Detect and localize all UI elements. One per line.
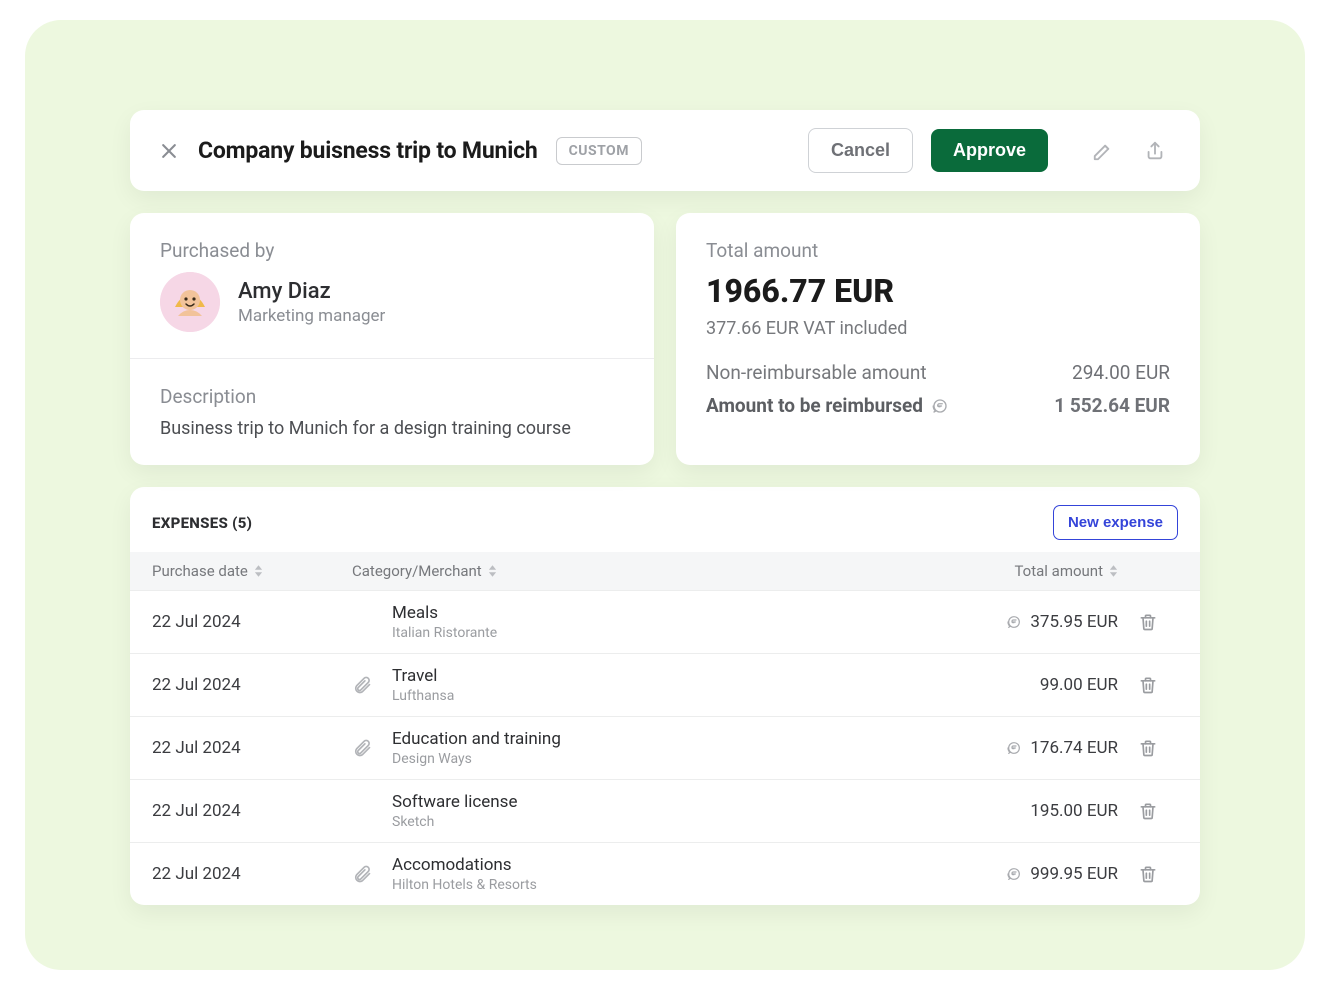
category-name: Travel — [392, 666, 898, 686]
purchased-by-label: Purchased by — [160, 239, 624, 262]
share-icon[interactable] — [1138, 134, 1172, 168]
cancel-button[interactable]: Cancel — [808, 128, 913, 173]
category-name: Education and training — [392, 729, 898, 749]
reimbursable-icon — [1006, 740, 1022, 756]
col-total[interactable]: Total amount — [898, 562, 1118, 580]
cell-date: 22 Jul 2024 — [152, 612, 352, 632]
attachment-icon[interactable] — [352, 738, 392, 758]
reimbursable-label: Amount to be reimbursed — [706, 394, 923, 417]
total-value: 999.95 EUR — [1030, 864, 1118, 884]
total-value: 375.95 EUR — [1030, 612, 1118, 632]
non-reimbursable-amount: 294.00 EUR — [1072, 361, 1170, 384]
cell-total: 195.00 EUR — [898, 801, 1118, 821]
category-name: Software license — [392, 792, 898, 812]
merchant-name: Hilton Hotels & Resorts — [392, 877, 898, 893]
table-header: Purchase date Category/Merchant Total am… — [130, 552, 1200, 590]
close-icon[interactable] — [158, 140, 180, 162]
table-row[interactable]: 22 Jul 2024 Software license Sketch 195.00 … — [130, 779, 1200, 842]
new-expense-button[interactable]: New expense — [1053, 505, 1178, 540]
attachment-icon[interactable] — [352, 864, 392, 884]
sort-icon — [1109, 565, 1118, 577]
delete-icon[interactable] — [1118, 612, 1178, 632]
total-value: 99.00 EUR — [1040, 675, 1118, 695]
reimbursable-icon — [931, 397, 949, 415]
cell-category: Education and training Design Ways — [392, 729, 898, 767]
table-row[interactable]: 22 Jul 2024 Meals Italian Ristorante 375.95… — [130, 590, 1200, 653]
expenses-title: EXPENSES (5) — [152, 514, 252, 532]
non-reimbursable-label: Non-reimbursable amount — [706, 361, 927, 384]
merchant-name: Design Ways — [392, 751, 898, 767]
cell-category: Accomodations Hilton Hotels & Resorts — [392, 855, 898, 893]
description-text: Business trip to Munich for a design tra… — [160, 418, 624, 439]
total-amount-label: Total amount — [706, 239, 1170, 262]
category-name: Accomodations — [392, 855, 898, 875]
cell-total: 999.95 EUR — [898, 864, 1118, 884]
col-category[interactable]: Category/Merchant — [352, 562, 898, 580]
totals-panel: Total amount 1966.77 EUR 377.66 EUR VAT … — [676, 213, 1200, 465]
merchant-name: Italian Ristorante — [392, 625, 898, 641]
approve-button[interactable]: Approve — [931, 129, 1048, 172]
reimbursable-icon — [1006, 614, 1022, 630]
purchaser-panel: Purchased by Am — [130, 213, 654, 465]
cell-date: 22 Jul 2024 — [152, 675, 352, 695]
reimbursable-amount: 1 552.64 EUR — [1054, 394, 1170, 417]
sort-icon — [254, 565, 263, 577]
vat-text: 377.66 EUR VAT included — [706, 318, 1170, 339]
col-purchase-date[interactable]: Purchase date — [152, 562, 352, 580]
total-value: 195.00 EUR — [1030, 801, 1118, 821]
table-row[interactable]: 22 Jul 2024 Accomodations Hilton Hotels & … — [130, 842, 1200, 905]
delete-icon[interactable] — [1118, 738, 1178, 758]
delete-icon[interactable] — [1118, 675, 1178, 695]
custom-tag: CUSTOM — [556, 137, 642, 165]
attachment-icon[interactable] — [352, 675, 392, 695]
header-bar: Company buisness trip to Munich CUSTOM C… — [130, 110, 1200, 191]
table-row[interactable]: 22 Jul 2024 Education and training Design … — [130, 716, 1200, 779]
cell-total: 176.74 EUR — [898, 738, 1118, 758]
edit-icon[interactable] — [1086, 134, 1120, 168]
cell-date: 22 Jul 2024 — [152, 801, 352, 821]
cell-total: 99.00 EUR — [898, 675, 1118, 695]
cell-category: Meals Italian Ristorante — [392, 603, 898, 641]
cell-date: 22 Jul 2024 — [152, 738, 352, 758]
cell-category: Travel Lufthansa — [392, 666, 898, 704]
total-amount-value: 1966.77 EUR — [706, 272, 1170, 310]
cell-date: 22 Jul 2024 — [152, 864, 352, 884]
avatar — [160, 272, 220, 332]
sort-icon — [488, 565, 497, 577]
table-row[interactable]: 22 Jul 2024 Travel Lufthansa 99.00 EUR — [130, 653, 1200, 716]
category-name: Meals — [392, 603, 898, 623]
total-value: 176.74 EUR — [1030, 738, 1118, 758]
page-title: Company buisness trip to Munich — [198, 137, 538, 164]
purchaser-role: Marketing manager — [238, 306, 385, 326]
purchaser-name: Amy Diaz — [238, 279, 385, 304]
expenses-card: EXPENSES (5) New expense Purchase date C… — [130, 487, 1200, 905]
cell-total: 375.95 EUR — [898, 612, 1118, 632]
delete-icon[interactable] — [1118, 864, 1178, 884]
merchant-name: Lufthansa — [392, 688, 898, 704]
merchant-name: Sketch — [392, 814, 898, 830]
description-label: Description — [160, 385, 624, 408]
cell-category: Software license Sketch — [392, 792, 898, 830]
reimbursable-icon — [1006, 866, 1022, 882]
delete-icon[interactable] — [1118, 801, 1178, 821]
